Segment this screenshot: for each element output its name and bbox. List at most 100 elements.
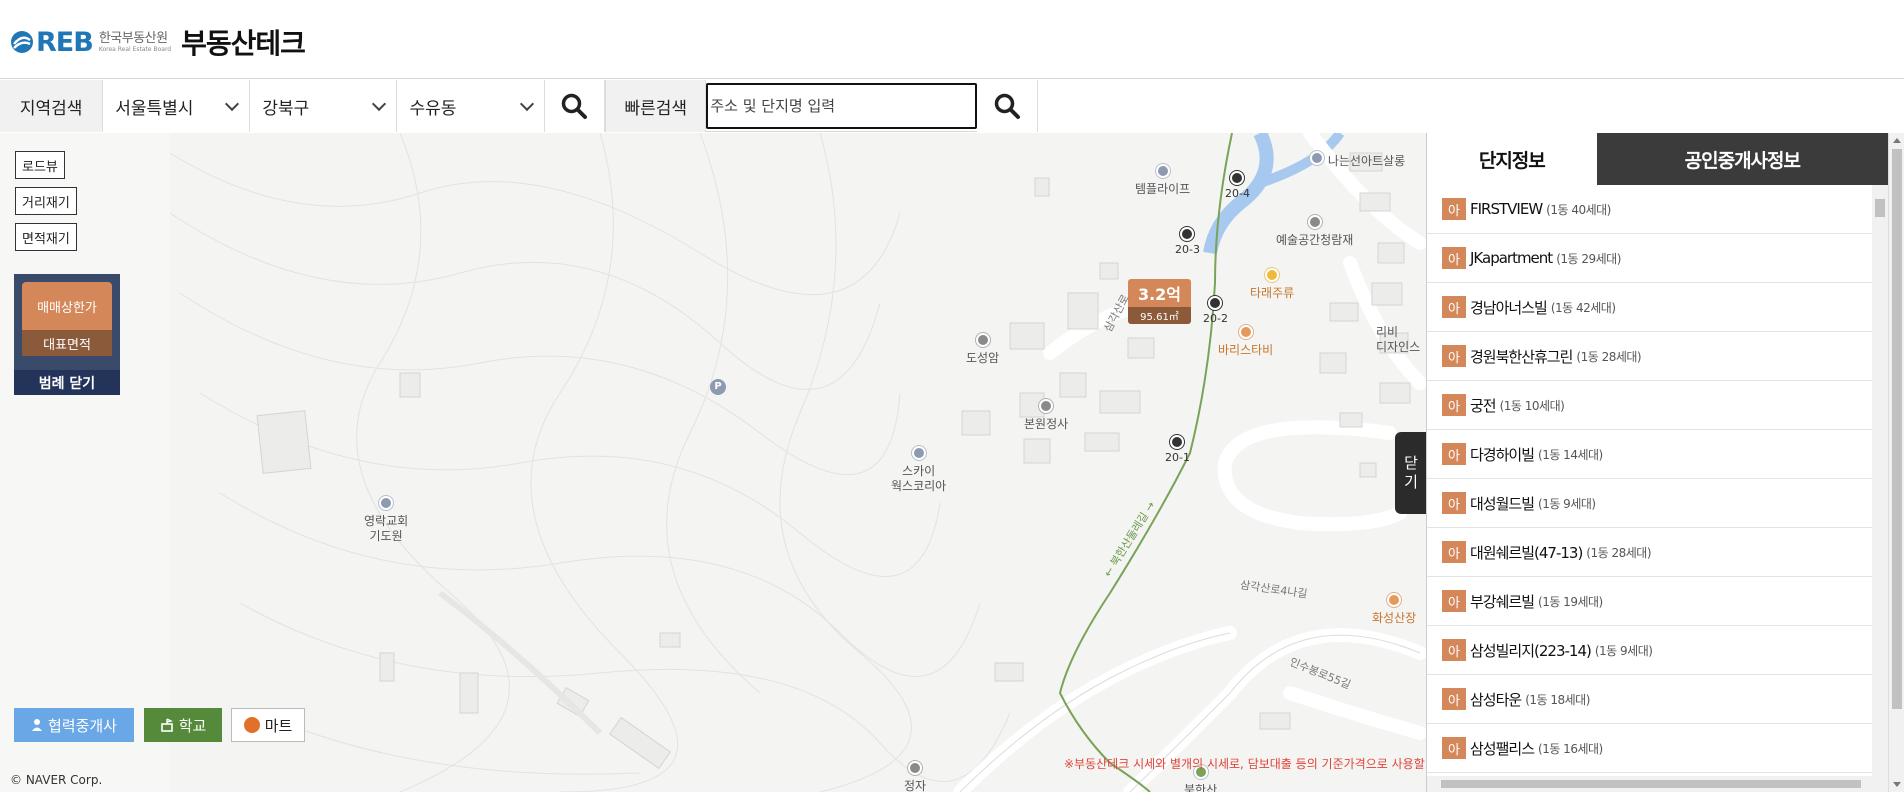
- panel-close-button[interactable]: 닫 기: [1395, 432, 1427, 514]
- complex-name: 대성월드빌: [1470, 494, 1535, 513]
- site-logo[interactable]: REB 한국부동산원 Korea Real Estate Board 부동산테크: [10, 22, 306, 62]
- cafe-icon: [1238, 325, 1253, 339]
- logo-reb-text: REB: [36, 26, 94, 58]
- reb-logo: REB: [10, 26, 94, 58]
- complex-info: (1동 16세대): [1538, 741, 1603, 756]
- city-select[interactable]: 서울특별시: [103, 80, 251, 132]
- poi-templelife[interactable]: 템플라이프: [1135, 164, 1190, 197]
- list-item[interactable]: 아 다경하이빌 (1동 14세대): [1427, 430, 1872, 479]
- complex-name: 대원쉐르빌(47-13): [1470, 543, 1583, 562]
- poi-skywax[interactable]: 스카이 웍스코리아: [891, 446, 946, 494]
- apartment-badge: 아: [1442, 394, 1466, 416]
- horizontal-scrollbar-thumb[interactable]: [1441, 780, 1861, 788]
- complex-name: JKapartment: [1470, 249, 1553, 267]
- list-item[interactable]: 아 삼성팰리스 (1동 16세대): [1427, 724, 1872, 773]
- poi-label: 도성암: [966, 351, 1000, 365]
- poi-nanuseon[interactable]: 나는선아트살롱: [1310, 151, 1405, 169]
- poi-youngrak[interactable]: 영락교회 기도원: [364, 496, 408, 544]
- list-item[interactable]: 아 경원북한산휴그린 (1동 28세대): [1427, 332, 1872, 381]
- poi-label-line-2: 기도원: [369, 529, 403, 543]
- complex-info-panel: 단지정보 공인중개사정보 아 FIRSTVIEW (1동 40세대) 아 JKapar…: [1426, 133, 1888, 792]
- complex-list: 아 FIRSTVIEW (1동 40세대) 아 JKapartment (1동 29세대…: [1427, 185, 1872, 776]
- price-marker[interactable]: 3.2억 95.61㎡: [1128, 279, 1191, 324]
- poi-tarae[interactable]: 타래주류: [1250, 268, 1294, 301]
- chevron-down-icon: [372, 96, 387, 111]
- scroll-down-arrow-icon[interactable]: [1893, 782, 1901, 787]
- area-measure-button[interactable]: 면적재기: [15, 223, 77, 251]
- poi-label-line-1: 스카이: [902, 464, 936, 478]
- poi-design[interactable]: 리비 디자인스: [1376, 325, 1420, 355]
- district-select[interactable]: 강북구: [250, 80, 398, 132]
- bus-stop-20-4[interactable]: 20-4: [1225, 171, 1250, 200]
- apartment-badge: 아: [1442, 688, 1466, 710]
- partner-agent-button[interactable]: 협력중개사: [14, 708, 134, 742]
- poi-jeongja[interactable]: 정자: [904, 761, 926, 792]
- bus-stop-label: 20-3: [1175, 243, 1200, 256]
- horizontal-scrollbar[interactable]: [1427, 776, 1888, 792]
- panel-close-label-2: 기: [1404, 473, 1418, 491]
- cart-icon: [243, 717, 260, 733]
- legend-price-label: 매매상한가: [22, 282, 112, 330]
- poi-parking[interactable]: P: [710, 378, 726, 395]
- quick-search-input[interactable]: [706, 83, 978, 129]
- place-icon: [1155, 164, 1170, 178]
- list-item[interactable]: 아 삼성타운 (1동 18세대): [1427, 675, 1872, 724]
- brand-title: 부동산테크: [181, 27, 306, 60]
- bus-stop-icon: [1180, 227, 1195, 241]
- list-item[interactable]: 아 JKapartment (1동 29세대): [1427, 234, 1872, 283]
- food-icon: [1387, 593, 1402, 607]
- legend-close-button[interactable]: 범례 닫기: [14, 370, 120, 395]
- poi-yesul[interactable]: 예술공간청람재: [1276, 215, 1353, 248]
- list-item[interactable]: 아 경남아너스빌 (1동 42세대): [1427, 283, 1872, 332]
- panel-tabs: 단지정보 공인중개사정보: [1427, 133, 1888, 185]
- school-button[interactable]: 학교: [144, 708, 222, 742]
- region-search-button[interactable]: [544, 80, 606, 132]
- list-scrollbar-thumb[interactable]: [1875, 199, 1885, 217]
- apartment-badge: 아: [1442, 345, 1466, 367]
- complex-name: 삼성빌리지(223-14): [1470, 641, 1592, 660]
- bus-stop-20-1[interactable]: 20-1: [1165, 435, 1190, 464]
- bus-stop-20-3[interactable]: 20-3: [1175, 227, 1200, 256]
- poi-label: 본원정사: [1024, 417, 1069, 431]
- tab-agent-info[interactable]: 공인중개사정보: [1596, 133, 1888, 185]
- list-item[interactable]: 아 궁전 (1동 10세대): [1427, 381, 1872, 430]
- complex-info: (1동 42세대): [1550, 300, 1616, 315]
- poi-baris[interactable]: 바리스타비: [1218, 325, 1273, 358]
- distance-measure-button[interactable]: 거리재기: [15, 187, 77, 215]
- page-scrollbar-thumb[interactable]: [1892, 149, 1902, 709]
- list-item[interactable]: 아 FIRSTVIEW (1동 40세대): [1427, 185, 1872, 234]
- mart-label: 마트: [264, 716, 293, 735]
- list-item[interactable]: 아 부강쉐르빌 (1동 19세대): [1427, 577, 1872, 626]
- poi-doseongam[interactable]: 도성암: [966, 333, 999, 366]
- logo-korean-text: 한국부동산원: [98, 30, 168, 46]
- reb-logo-icon: [11, 31, 33, 53]
- poi-label: 화성산장: [1372, 611, 1417, 625]
- list-item[interactable]: 아 대성월드빌 (1동 9세대): [1427, 479, 1872, 528]
- list-item[interactable]: 아 삼성빌리지(223-14) (1동 9세대): [1427, 626, 1872, 675]
- poi-label: 바리스타비: [1218, 343, 1274, 357]
- panel-close-label-1: 닫: [1404, 454, 1418, 473]
- bus-stop-icon: [1208, 296, 1223, 310]
- complex-name: 경남아너스빌: [1470, 298, 1548, 317]
- complex-info: (1동 28세대): [1576, 349, 1642, 364]
- poi-bonwon[interactable]: 본원정사: [1024, 399, 1068, 432]
- price-disclaimer: ※부동산테크 시세와 별개의 시세로, 담보대출 등의 기준가격으로 사용할: [1064, 757, 1425, 771]
- complex-name: FIRSTVIEW: [1470, 200, 1543, 218]
- list-scrollbar[interactable]: [1872, 185, 1888, 776]
- mart-button[interactable]: 마트: [231, 708, 305, 742]
- parking-icon: P: [710, 379, 726, 395]
- poi-hwaseong[interactable]: 화성산장: [1372, 593, 1416, 626]
- complex-name: 삼성팰리스: [1470, 739, 1535, 758]
- poi-label-line-1: 영락교회: [364, 514, 409, 528]
- bus-stop-20-2[interactable]: 20-2: [1203, 296, 1228, 325]
- page-scrollbar[interactable]: [1888, 133, 1904, 792]
- poi-label-line-1: 리비: [1376, 325, 1399, 339]
- list-item[interactable]: 아 대원쉐르빌(47-13) (1동 28세대): [1427, 528, 1872, 577]
- tab-complex-info[interactable]: 단지정보: [1427, 133, 1597, 185]
- dong-select[interactable]: 수유동: [397, 80, 545, 132]
- roadview-button[interactable]: 로드뷰: [15, 151, 65, 179]
- search-bar: 지역검색 서울특별시 강북구 수유동 빠른검색: [0, 80, 1038, 132]
- place-icon: [1307, 215, 1322, 229]
- scroll-up-arrow-icon[interactable]: [1893, 138, 1901, 143]
- quick-search-button[interactable]: [977, 80, 1038, 132]
